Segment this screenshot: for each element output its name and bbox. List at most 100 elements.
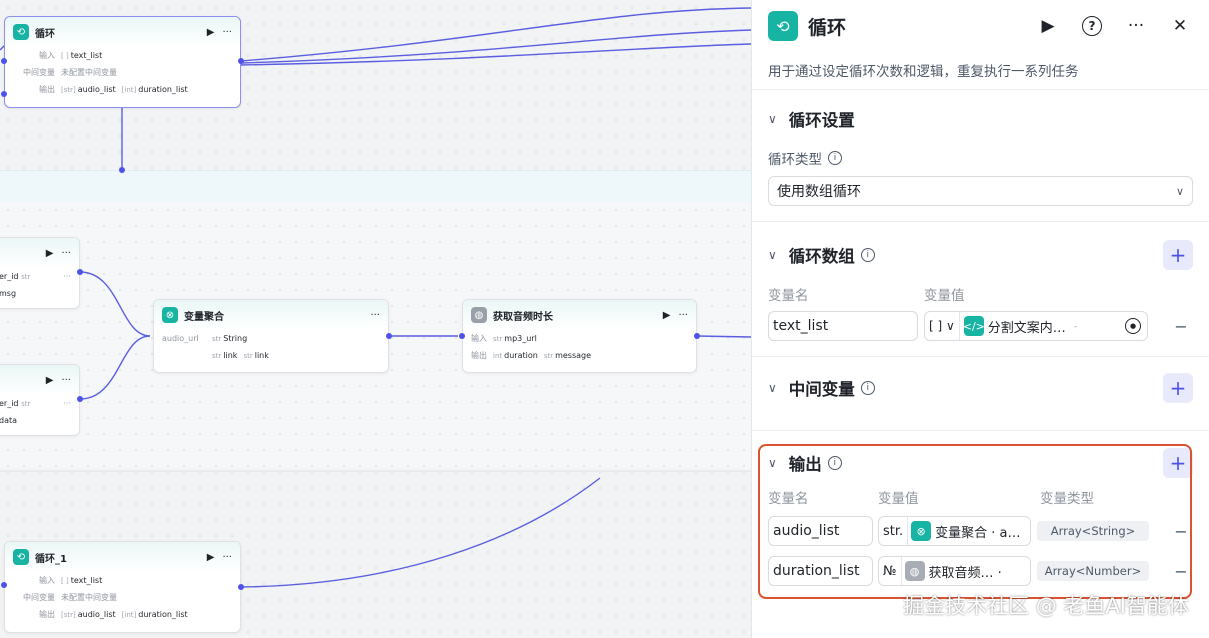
node-title: 变量聚合 xyxy=(184,311,224,323)
close-icon[interactable]: ✕ xyxy=(1167,13,1193,39)
row-label: 输出 xyxy=(39,610,55,619)
param-tag: int duration xyxy=(493,351,538,360)
run-icon[interactable]: ▶ xyxy=(1035,13,1061,39)
mid-vars-section: ∨ 中间变量 i + xyxy=(752,357,1209,431)
loop-icon: ⟲ xyxy=(768,11,798,41)
type-select[interactable]: № xyxy=(879,557,902,585)
panel-title: 循环 xyxy=(808,16,847,39)
row-text: 未配置中间变量 xyxy=(61,68,117,77)
node-title: 循环 xyxy=(35,28,55,40)
plugin-icon: ◍ xyxy=(904,561,925,581)
aggregate-icon: ⊗ xyxy=(911,521,932,541)
loop-icon: ⟲ xyxy=(13,24,29,40)
more-icon[interactable]: ··· xyxy=(1123,13,1149,39)
loop-port[interactable] xyxy=(119,167,125,173)
aggregate-icon: ⊗ xyxy=(162,307,178,323)
loop-node[interactable]: ⟲ 循环 ▶ ··· 输入 [ ] text_list 中间变量 未配置中间变量 … xyxy=(4,16,241,108)
row-label: 输出 xyxy=(39,85,55,94)
audio-duration-node[interactable]: ◍ 获取音频时长 ▶ ··· 输入 str mp3_url 输出 int durat… xyxy=(462,299,697,373)
output-name-input[interactable]: audio_list xyxy=(768,516,873,546)
remove-row-button[interactable]: − xyxy=(1169,562,1193,581)
var-value-ref[interactable]: [ ] ∨ </> 分割文案内… - ● xyxy=(924,311,1148,341)
output-port[interactable] xyxy=(238,58,244,64)
run-icon[interactable]: ▶ xyxy=(46,375,54,386)
param-tag: [ ] text_list xyxy=(61,576,103,585)
section-title: 输出 xyxy=(788,455,822,474)
param-tag: str link xyxy=(212,351,238,360)
add-array-button[interactable]: + xyxy=(1163,240,1193,270)
param-tag: [str] audio_list xyxy=(61,610,116,619)
var-name-input[interactable]: text_list xyxy=(768,311,918,341)
variable-aggregation-node[interactable]: ⊗ 变量聚合 ··· audio_url str String str link s… xyxy=(153,299,389,373)
param-tag: str String xyxy=(212,334,248,343)
output-name-input[interactable]: duration_list xyxy=(768,556,873,586)
row-label: audio_url xyxy=(162,334,199,343)
row-label: 输出 xyxy=(471,351,487,360)
loop-array-section: ∨ 循环数组 i + 变量名 变量值 text_list [ ] ∨ </> 分割… xyxy=(752,222,1209,357)
output-port[interactable] xyxy=(77,269,83,275)
chevron-down-icon[interactable]: ∨ xyxy=(768,456,777,470)
input-port[interactable] xyxy=(1,91,7,97)
more-icon[interactable]: ··· xyxy=(61,248,71,259)
more-icon[interactable]: ··· xyxy=(61,375,71,386)
field-label: 循环类型 xyxy=(768,152,822,168)
row-label: 输入 xyxy=(39,576,55,585)
column-header: 变量类型 xyxy=(1040,491,1094,507)
param-tag: str message xyxy=(543,351,592,360)
run-icon[interactable]: ▶ xyxy=(46,248,54,259)
partial-node[interactable]: ▶ ··· er_id str ··· msg xyxy=(0,237,80,309)
param-tag: str mp3_url xyxy=(493,334,537,343)
param-tag: data xyxy=(0,416,18,425)
param-tag: [int] duration_list xyxy=(121,610,188,619)
param-tag: msg xyxy=(0,289,17,298)
info-icon[interactable]: i xyxy=(860,381,875,395)
add-mid-var-button[interactable]: + xyxy=(1163,373,1193,403)
input-port[interactable] xyxy=(459,333,465,339)
more-icon[interactable]: ··· xyxy=(222,27,232,38)
section-title: 中间变量 xyxy=(788,380,855,399)
loop-icon: ⟲ xyxy=(13,549,29,565)
row-label: 输入 xyxy=(471,334,487,343)
info-icon[interactable]: i xyxy=(828,151,842,165)
output-port[interactable] xyxy=(386,333,392,339)
info-icon[interactable]: i xyxy=(827,456,842,470)
loop-node-1[interactable]: ⟲ 循环_1 ▶ ··· 输入 [ ] text_list 中间变量 未配置中间变… xyxy=(4,541,241,633)
type-select[interactable]: [ ] ∨ xyxy=(925,312,960,340)
output-value-ref[interactable]: № ◍ 获取音频… · xyxy=(878,556,1031,586)
target-icon[interactable]: ● xyxy=(1125,318,1141,334)
run-icon[interactable]: ▶ xyxy=(207,552,215,563)
chevron-down-icon[interactable]: ∨ xyxy=(768,112,777,126)
section-title: 循环设置 xyxy=(788,111,855,130)
code-icon: </> xyxy=(963,316,985,336)
output-port[interactable] xyxy=(694,333,700,339)
row-label: 中间变量 xyxy=(23,68,55,77)
partial-node[interactable]: ▶ ··· er_id str ··· data xyxy=(0,364,80,436)
help-icon[interactable]: ? xyxy=(1079,13,1105,39)
run-icon[interactable]: ▶ xyxy=(663,310,671,321)
more-icon[interactable]: ··· xyxy=(678,310,688,321)
more-icon[interactable]: ··· xyxy=(370,310,380,321)
type-select[interactable]: str. xyxy=(879,517,909,545)
add-output-button[interactable]: + xyxy=(1163,448,1193,478)
var-type-badge: Array<Number> xyxy=(1037,561,1149,581)
remove-row-button[interactable]: − xyxy=(1169,522,1193,541)
remove-row-button[interactable]: − xyxy=(1169,317,1193,336)
chevron-down-icon[interactable]: ∨ xyxy=(768,381,777,395)
column-header: 变量值 xyxy=(878,491,919,507)
info-icon[interactable]: i xyxy=(860,248,875,262)
run-icon[interactable]: ▶ xyxy=(207,27,215,38)
more-icon[interactable]: ··· xyxy=(222,552,232,563)
input-port[interactable] xyxy=(1,58,7,64)
loop-body-header xyxy=(0,170,760,202)
input-port[interactable] xyxy=(1,582,7,588)
loop-settings-section: ∨ 循环设置 循环类型 i 使用数组循环 ∨ xyxy=(752,90,1209,222)
output-value-ref[interactable]: str. ⊗ 变量聚合 · a… xyxy=(878,516,1031,546)
output-port[interactable] xyxy=(238,584,244,590)
chevron-down-icon: ∨ xyxy=(1175,184,1184,198)
row-text: 未配置中间变量 xyxy=(61,593,117,602)
output-port[interactable] xyxy=(77,396,83,402)
column-header: 变量名 xyxy=(768,288,809,304)
param-tag: er_id str xyxy=(0,399,31,408)
loop-type-select[interactable]: 使用数组循环 ∨ xyxy=(768,176,1193,206)
chevron-down-icon[interactable]: ∨ xyxy=(768,248,777,262)
